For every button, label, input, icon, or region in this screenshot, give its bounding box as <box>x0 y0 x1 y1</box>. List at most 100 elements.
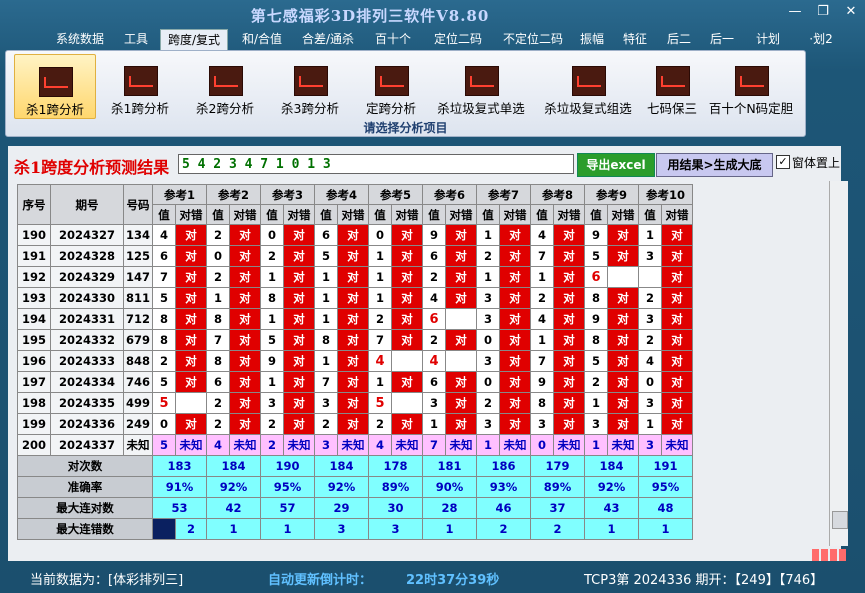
result-title: 杀1跨度分析预测结果 <box>14 158 170 177</box>
ribbon-button[interactable]: 杀2跨分析 <box>185 54 265 117</box>
cell-value: 8 <box>584 329 608 351</box>
ribbon-button[interactable]: 杀1跨分析 <box>100 54 180 117</box>
cell-check: 未知 <box>553 434 585 456</box>
chart-icon <box>656 66 690 96</box>
ribbon-button[interactable]: 定跨分析 <box>356 54 426 117</box>
cell-check: 对 <box>229 371 261 393</box>
cell-value: 6 <box>422 308 446 330</box>
stats-value: 46 <box>476 497 531 519</box>
cell-value: 1 <box>314 308 338 330</box>
menu-item[interactable]: 不定位二码 <box>497 29 569 49</box>
ribbon-button-label: 定跨分析 <box>365 101 416 116</box>
table-row[interactable]: 194 2024331 712 8 对 8 对 1 对 1 对 2 对 6 3 对 4 对 9 对 3 对 <box>17 308 693 330</box>
stats-value: 92% <box>584 476 639 498</box>
ribbon-button[interactable]: 杀3跨分析 <box>270 54 350 117</box>
header-issue: 期号 <box>50 184 124 225</box>
menu-item[interactable]: 跨度/复式 <box>160 29 228 50</box>
app-window: 第七感福彩3D排列三软件V8.80 — ❐ ✕ 系统数据 工具 跨度/复式 和/合值合… <box>0 0 865 593</box>
menu-item[interactable]: 后一 <box>705 29 739 49</box>
close-button[interactable]: ✕ <box>840 4 862 20</box>
table-row[interactable]: 192 2024329 147 7 对 2 对 1 对 1 对 1 对 2 对 1 对 1 对 6 对 <box>17 266 693 288</box>
menu-item[interactable]: 和/合值 <box>236 29 288 49</box>
cell-value: 1 <box>584 434 608 456</box>
row-issue: 2024328 <box>50 245 124 267</box>
cell-check: 对 <box>607 308 639 330</box>
scrollbar-thumb[interactable] <box>832 511 848 529</box>
ribbon-button[interactable]: 百十个N码定胆 <box>705 54 797 117</box>
window-title: 第七感福彩3D排列三软件V8.80 <box>250 7 490 25</box>
ribbon-button[interactable]: 杀垃圾复式组选 <box>538 54 638 117</box>
cell-value: 4 <box>530 308 554 330</box>
stats-value: 57 <box>260 497 315 519</box>
stats-value: 89% <box>530 476 585 498</box>
cell-check: 未知 <box>175 434 207 456</box>
ribbon-button[interactable]: 杀垃圾复式单选 <box>429 54 533 117</box>
cell-check: 对 <box>661 308 693 330</box>
pin-checkbox[interactable]: ✓ <box>776 155 790 169</box>
cell-check: 对 <box>499 308 531 330</box>
cell-check: 对 <box>337 371 369 393</box>
table-row[interactable]: 190 2024327 134 4 对 2 对 0 对 6 对 0 对 9 对 1 对 4 对 9 对 1 对 <box>17 224 693 246</box>
cell-value <box>638 266 662 288</box>
ribbon-button[interactable]: 七码保三 <box>640 54 704 117</box>
restore-button[interactable]: ❐ <box>812 4 834 20</box>
menu-item[interactable]: 系统数据 <box>51 29 109 49</box>
stats-value: 53 <box>152 497 207 519</box>
cell-check: 对 <box>445 287 477 309</box>
cell-check-empty <box>445 308 477 330</box>
stats-value: 3 <box>314 518 369 540</box>
chart-icon <box>294 66 328 96</box>
cell-check: 对 <box>607 392 639 414</box>
cell-value: 3 <box>476 287 500 309</box>
stats-value: 1 <box>422 518 477 540</box>
cell-check: 对 <box>499 371 531 393</box>
menu-item[interactable]: 百十个 <box>372 29 414 49</box>
row-issue: 2024330 <box>50 287 124 309</box>
table-row[interactable]: 195 2024332 679 8 对 7 对 5 对 8 对 7 对 2 对 0 对 1 对 8 对 2 对 <box>17 329 693 351</box>
cell-value: 9 <box>584 224 608 246</box>
table-row[interactable]: 191 2024328 125 6 对 0 对 2 对 5 对 1 对 6 对 2 对 7 对 5 对 3 对 <box>17 245 693 267</box>
menu-item[interactable]: 定位二码 <box>427 29 489 49</box>
menu-item[interactable]: 工具 <box>117 29 155 49</box>
cell-check: 对 <box>445 245 477 267</box>
table-row-pending[interactable]: 200 2024337 未知 5 未知 4 未知 2 未知 3 未知 4 未知 7 未知 1 未知 0 未知 1 未知 3… <box>17 434 693 456</box>
cell-check: 对 <box>283 308 315 330</box>
cell-value: 0 <box>476 329 500 351</box>
ribbon-button[interactable]: 杀1跨分析 <box>14 54 96 119</box>
menu-item[interactable]: 计划 <box>751 29 785 49</box>
cell-check: 对 <box>661 287 693 309</box>
cell-value: 2 <box>206 413 230 435</box>
row-issue: 2024337 <box>50 434 124 456</box>
export-excel-button[interactable]: 导出excel <box>577 153 655 177</box>
menu-item[interactable]: ·划2 <box>806 29 836 49</box>
row-seq: 191 <box>17 245 51 267</box>
header-value: 值 <box>368 204 392 225</box>
cell-value: 3 <box>260 392 284 414</box>
chart-icon <box>209 66 243 96</box>
cell-value: 3 <box>476 413 500 435</box>
header-value: 值 <box>206 204 230 225</box>
row-number: 679 <box>123 329 153 351</box>
menu-item[interactable]: 后二 <box>662 29 696 49</box>
menu-item[interactable]: 合差/通杀 <box>297 29 359 49</box>
generate-button[interactable]: 用结果>生成大底 <box>656 153 773 177</box>
stats-value: 48 <box>638 497 693 519</box>
cell-check: 未知 <box>661 434 693 456</box>
header-value: 值 <box>314 204 338 225</box>
vertical-scrollbar[interactable] <box>829 181 848 546</box>
cell-value: 1 <box>530 329 554 351</box>
minimize-button[interactable]: — <box>784 4 806 20</box>
table-row[interactable]: 193 2024330 811 5 对 1 对 8 对 1 对 1 对 4 对 3 对 2 对 8 对 2 对 <box>17 287 693 309</box>
table-row[interactable]: 197 2024334 746 5 对 6 对 1 对 7 对 1 对 6 对 0 对 9 对 2 对 0 对 <box>17 371 693 393</box>
menu-item[interactable]: 特征 <box>618 29 652 49</box>
cell-check: 对 <box>445 413 477 435</box>
row-seq: 195 <box>17 329 51 351</box>
table-row[interactable]: 196 2024333 848 2 对 8 对 9 对 1 对 4 4 3 对 7 对 5 对 4 对 <box>17 350 693 372</box>
cell-check: 对 <box>499 245 531 267</box>
table-row[interactable]: 199 2024336 249 0 对 2 对 2 对 2 对 2 对 1 对 3 对 3 对 3 对 1 对 <box>17 413 693 435</box>
table-row[interactable]: 198 2024335 499 5 2 对 3 对 3 对 5 3 对 2 对 8 对 1 对 3 对 <box>17 392 693 414</box>
cell-value: 3 <box>638 245 662 267</box>
cell-check: 对 <box>391 266 423 288</box>
result-field[interactable]: 5 4 2 3 4 7 1 0 1 3 <box>178 154 574 174</box>
menu-item[interactable]: 振幅 <box>575 29 609 49</box>
